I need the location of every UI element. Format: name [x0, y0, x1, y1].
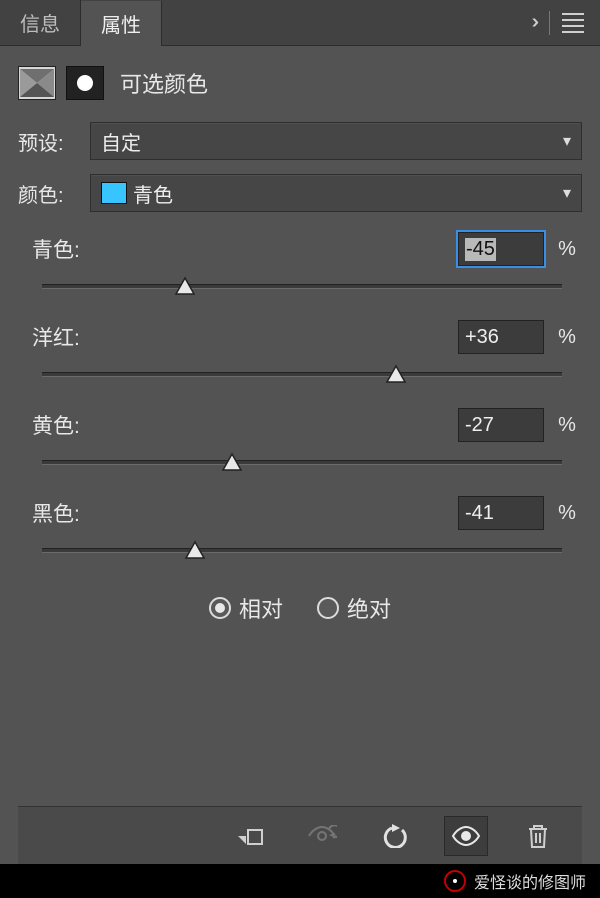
slider-magenta: 洋红: +36 % [22, 320, 582, 386]
radio-icon [317, 597, 339, 619]
radio-relative[interactable]: 相对 [209, 592, 283, 624]
slider-black-label: 黑色: [32, 498, 458, 528]
preset-row: 预设: 自定 ▾ [18, 122, 582, 160]
mask-thumbnail-icon[interactable] [66, 66, 104, 100]
color-select[interactable]: 青色 ▾ [90, 174, 582, 212]
slider-magenta-track[interactable] [42, 364, 562, 386]
slider-yellow: 黄色: -27 % [22, 408, 582, 474]
radio-icon [209, 597, 231, 619]
chevron-down-icon: ▾ [563, 183, 571, 203]
color-swatch [101, 182, 127, 204]
selective-color-icon [18, 66, 56, 100]
watermark-strip: 爱怪谈的修图师 [0, 864, 600, 898]
percent-sign: % [552, 326, 582, 349]
adjustment-title-row: 可选颜色 [18, 66, 582, 100]
visibility-button[interactable] [444, 816, 488, 856]
slider-cyan-input[interactable]: -45 [458, 232, 544, 266]
divider [549, 11, 550, 35]
radio-relative-label: 相对 [239, 592, 283, 624]
slider-black-track[interactable] [42, 540, 562, 562]
color-value: 青色 [133, 179, 173, 208]
slider-magenta-input[interactable]: +36 [458, 320, 544, 354]
mode-radio-row: 相对 绝对 [18, 592, 582, 624]
collapse-icon[interactable]: ›› [532, 11, 541, 34]
sliders-area: 青色: -45 % 洋红: +36 % [18, 232, 582, 584]
tab-info[interactable]: 信息 [0, 0, 81, 45]
adjustment-title: 可选颜色 [120, 67, 208, 99]
slider-magenta-thumb[interactable] [385, 364, 407, 384]
percent-sign: % [552, 414, 582, 437]
slider-yellow-label: 黄色: [32, 410, 458, 440]
color-label: 颜色: [18, 179, 80, 208]
color-row: 颜色: 青色 ▾ [18, 174, 582, 212]
watermark-text: 爱怪谈的修图师 [474, 869, 586, 893]
reset-button[interactable] [372, 816, 416, 856]
clip-to-layer-button[interactable] [228, 816, 272, 856]
slider-cyan-track[interactable] [42, 276, 562, 298]
panel-footer [18, 806, 582, 864]
radio-absolute-label: 绝对 [347, 592, 391, 624]
percent-sign: % [552, 502, 582, 525]
radio-absolute[interactable]: 绝对 [317, 592, 391, 624]
tab-bar: 信息 属性 ›› [0, 0, 600, 46]
properties-panel: 信息 属性 ›› 可选颜色 预 [0, 0, 600, 864]
percent-sign: % [552, 238, 582, 261]
slider-cyan-thumb[interactable] [174, 276, 196, 296]
preset-label: 预设: [18, 127, 80, 156]
slider-magenta-label: 洋红: [32, 322, 458, 352]
preset-select[interactable]: 自定 ▾ [90, 122, 582, 160]
panel-menu-icon[interactable] [558, 9, 588, 37]
chevron-down-icon: ▾ [563, 131, 571, 151]
slider-cyan-label: 青色: [32, 234, 458, 264]
delete-button[interactable] [516, 816, 560, 856]
view-previous-button[interactable] [300, 816, 344, 856]
slider-black-thumb[interactable] [184, 540, 206, 560]
panel-body: 可选颜色 预设: 自定 ▾ 颜色: 青色 ▾ 青色: -45 % [0, 46, 600, 864]
slider-black-input[interactable]: -41 [458, 496, 544, 530]
weibo-icon [444, 870, 466, 892]
slider-yellow-track[interactable] [42, 452, 562, 474]
tab-properties[interactable]: 属性 [81, 1, 162, 46]
slider-black: 黑色: -41 % [22, 496, 582, 562]
slider-cyan: 青色: -45 % [22, 232, 582, 298]
slider-yellow-input[interactable]: -27 [458, 408, 544, 442]
preset-value: 自定 [101, 127, 141, 156]
slider-yellow-thumb[interactable] [221, 452, 243, 472]
